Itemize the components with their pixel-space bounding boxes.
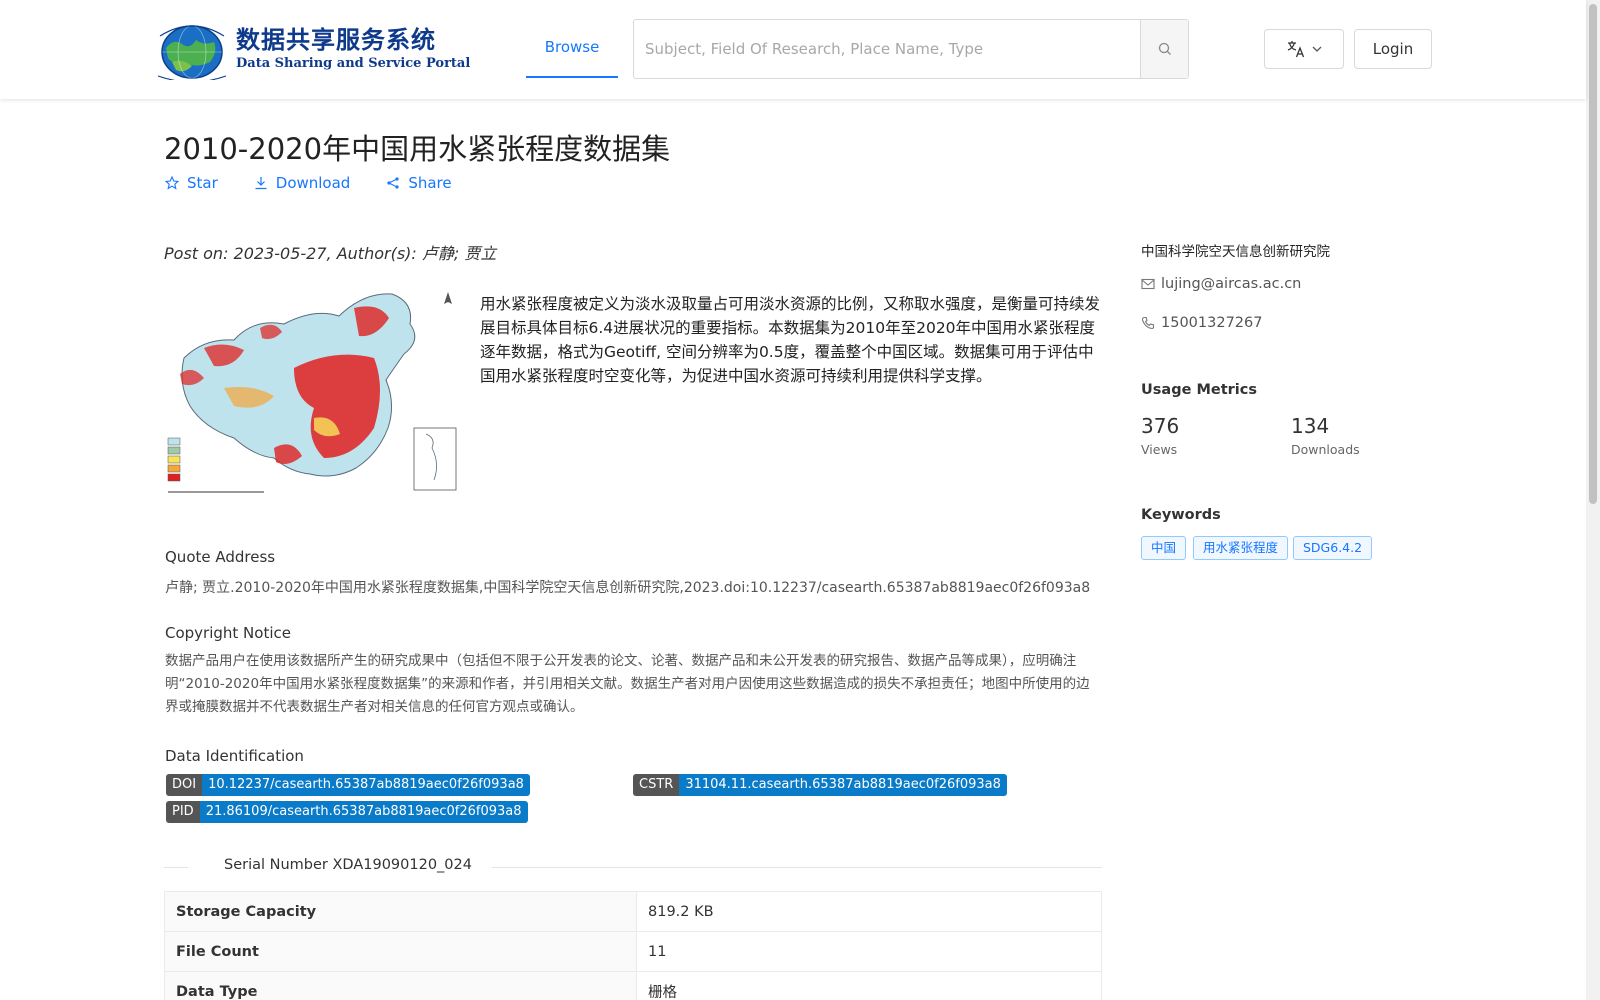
views-label: Views (1141, 442, 1178, 457)
email-text: lujing@aircas.ac.cn (1161, 276, 1302, 292)
doi-key: DOI (166, 774, 203, 796)
dataset-abstract: 用水紧张程度被定义为淡水汲取量占可用淡水资源的比例，又称取水强度，是衡量可持续发… (480, 295, 1101, 385)
post-info: Post on: 2023-05-27, Author(s): 卢静; 贾立 (164, 244, 497, 263)
contact-email[interactable]: lujing@aircas.ac.cn (1141, 276, 1301, 292)
globe-logo-icon (157, 25, 227, 80)
table-row: File Count 11 (164, 931, 1102, 972)
scrollbar-thumb[interactable] (1589, 4, 1597, 504)
divider-line-right (454, 867, 1102, 868)
info-value: 11 (636, 931, 1102, 972)
table-row: Storage Capacity 819.2 KB (164, 891, 1102, 932)
star-button[interactable]: Star (165, 174, 218, 192)
search-input[interactable] (634, 20, 1140, 78)
organization-name: 中国科学院空天信息创新研究院 (1141, 244, 1330, 260)
translate-icon (1287, 41, 1305, 58)
dataset-info-table: Storage Capacity 819.2 KB File Count 11 … (164, 891, 1102, 1000)
dataset-actions: Star Download Share (165, 174, 452, 192)
divider-line-left (164, 867, 188, 868)
cstr-key: CSTR (633, 774, 680, 796)
download-label: Download (275, 174, 351, 192)
keyword-tag[interactable]: 用水紧张程度 (1193, 536, 1289, 560)
authors-label: Author(s): (336, 244, 417, 263)
quote-address-label: Quote Address (165, 548, 276, 566)
keyword-tag[interactable]: SDG6.4.2 (1293, 536, 1373, 560)
download-icon (255, 177, 267, 190)
downloads-count: 134 (1291, 414, 1330, 438)
star-label: Star (187, 174, 218, 192)
map-thumbnail[interactable] (164, 288, 466, 504)
keywords-heading: Keywords (1141, 507, 1221, 523)
info-key: Data Type (164, 971, 637, 1000)
site-logo[interactable]: 数据共享服务系统 Data Sharing and Service Portal (152, 18, 470, 80)
login-button[interactable]: Login (1354, 29, 1432, 69)
views-count: 376 (1141, 414, 1180, 438)
copyright-label: Copyright Notice (165, 624, 291, 642)
usage-metrics-heading: Usage Metrics (1141, 382, 1257, 398)
search-button[interactable] (1140, 20, 1188, 78)
site-header: 数据共享服务系统 Data Sharing and Service Portal… (0, 0, 1586, 99)
cstr-value: 31104.11.casearth.65387ab8819aec0f26f093… (679, 774, 1007, 796)
logo-title-cn: 数据共享服务系统 (236, 25, 436, 54)
info-value: 栅格 (636, 971, 1102, 1000)
doi-tag[interactable]: DOI 10.12237/casearth.65387ab8819aec0f26… (166, 774, 530, 796)
share-label: Share (408, 174, 452, 192)
language-switcher[interactable] (1264, 29, 1344, 69)
share-icon (387, 177, 399, 189)
logo-title-en: Data Sharing and Service Portal (236, 56, 471, 71)
pid-key: PID (166, 801, 200, 823)
pid-tag[interactable]: PID 21.86109/casearth.65387ab8819aec0f26… (166, 801, 528, 823)
info-key: File Count (164, 931, 637, 972)
phone-icon (1141, 316, 1155, 330)
downloads-metric: 134 Downloads (1291, 414, 1360, 457)
cstr-tag[interactable]: CSTR 31104.11.casearth.65387ab8819aec0f2… (633, 774, 1007, 796)
quote-address-text: 卢静; 贾立.2010-2020年中国用水紧张程度数据集,中国科学院空天信息创新… (165, 580, 1091, 596)
serial-number-divider: Serial Number XDA19090120_024 (164, 857, 1102, 877)
keyword-tag[interactable]: 中国 (1141, 536, 1187, 560)
nav-browse-tab[interactable]: Browse (526, 18, 618, 78)
table-row: Data Type 栅格 (164, 971, 1102, 1000)
search-bar (633, 19, 1189, 79)
download-button[interactable]: Download (254, 174, 351, 192)
contact-phone: 15001327267 (1141, 315, 1262, 331)
page-scrollbar[interactable] (1586, 0, 1600, 1000)
star-icon (165, 176, 179, 190)
mail-icon (1141, 278, 1155, 290)
info-value: 819.2 KB (636, 891, 1102, 932)
post-on-label: Post on: (164, 244, 229, 263)
downloads-label: Downloads (1291, 442, 1360, 457)
search-icon (1158, 42, 1171, 55)
dataset-title: 2010-2020年中国用水紧张程度数据集 (164, 132, 671, 166)
pid-value: 21.86109/casearth.65387ab8819aec0f26f093… (199, 801, 528, 823)
copyright-text: 数据产品用户在使用该数据所产生的研究成果中（包括但不限于公开发表的论文、论著、数… (165, 653, 1090, 715)
serial-number: Serial Number XDA19090120_024 (204, 857, 492, 873)
phone-text: 15001327267 (1161, 315, 1263, 331)
chevron-down-icon (1312, 46, 1322, 52)
share-button[interactable]: Share (386, 174, 452, 192)
info-key: Storage Capacity (164, 891, 637, 932)
data-identification-label: Data Identification (165, 747, 304, 765)
doi-value: 10.12237/casearth.65387ab8819aec0f26f093… (202, 774, 530, 796)
authors: 卢静; 贾立 (421, 244, 497, 263)
post-date: 2023-05-27 (233, 244, 327, 263)
views-metric: 376 Views (1141, 414, 1179, 457)
